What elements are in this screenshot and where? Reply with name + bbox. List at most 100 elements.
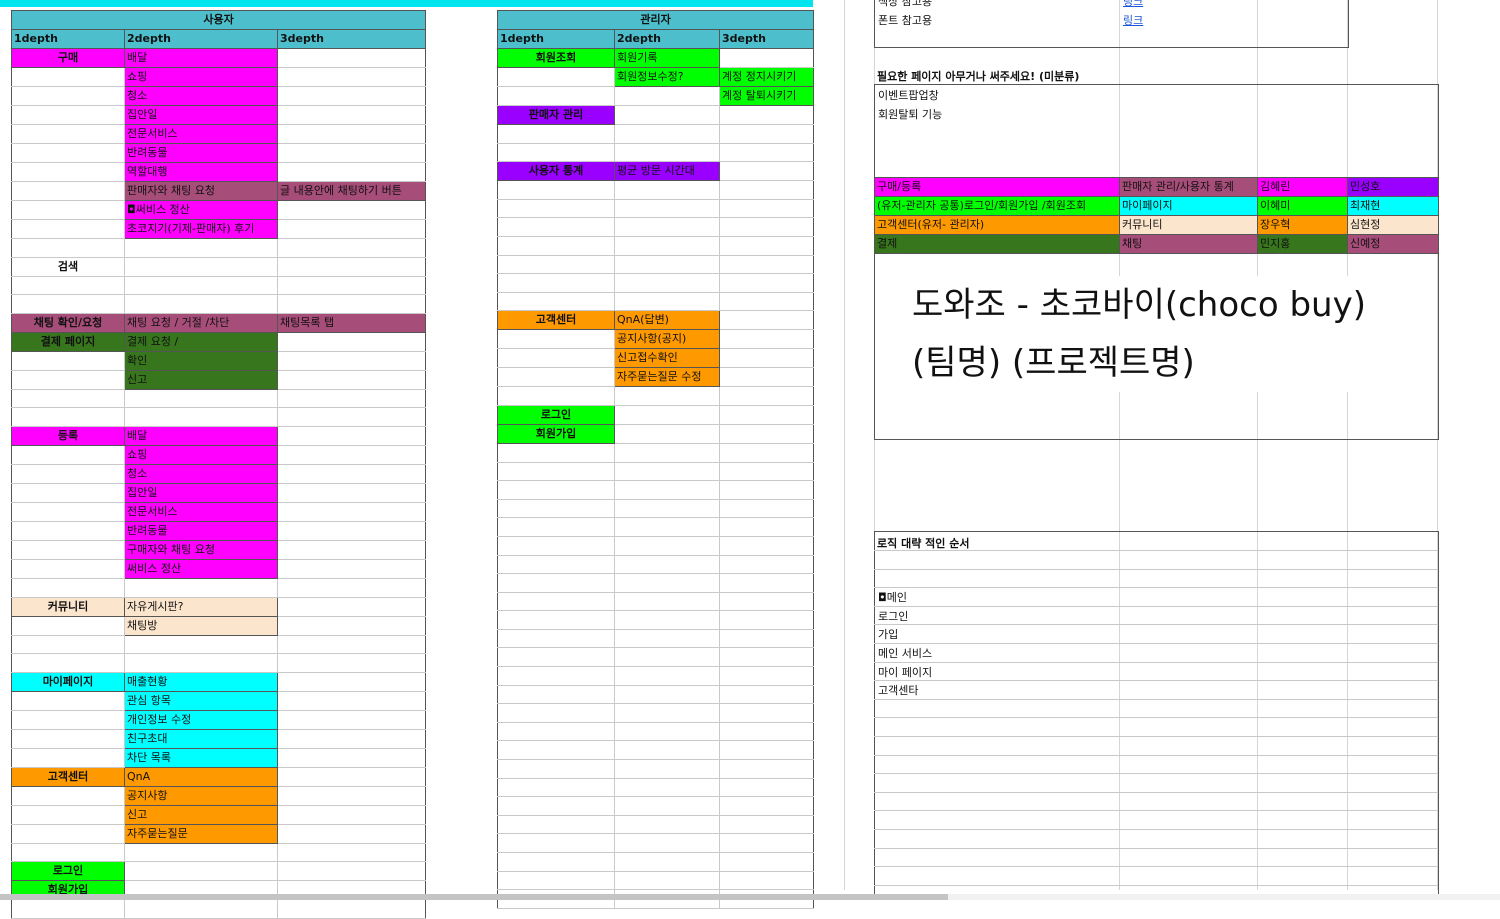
depth3-cell[interactable] [718, 180, 815, 200]
depth3-cell[interactable] [276, 256, 427, 277]
depth1-cell[interactable] [497, 498, 615, 519]
depth1-cell[interactable] [11, 577, 125, 598]
depth1-cell[interactable]: 사용자 통계 [497, 161, 615, 182]
depth1-cell[interactable] [497, 217, 615, 237]
depth1-cell[interactable] [497, 142, 615, 163]
depth3-cell[interactable] [718, 273, 815, 293]
depth3-cell[interactable] [276, 804, 427, 825]
depth1-cell[interactable] [497, 480, 615, 500]
depth2-cell[interactable] [614, 423, 720, 444]
depth1-cell[interactable] [11, 369, 125, 390]
depth1-cell[interactable] [11, 615, 125, 636]
legend-task-cell[interactable]: 판매자 관리/사용자 통계 [1119, 177, 1258, 197]
depth3-cell[interactable] [276, 425, 427, 446]
depth1-cell[interactable] [497, 291, 615, 312]
depth2-cell[interactable] [614, 573, 720, 593]
depth1-cell[interactable] [497, 67, 615, 87]
depth3-cell[interactable] [718, 235, 815, 256]
depth3-cell[interactable] [276, 200, 427, 220]
depth2-cell[interactable] [124, 634, 278, 655]
depth2-cell[interactable]: QnA(답변) [614, 310, 720, 331]
depth1-cell[interactable] [11, 634, 125, 655]
depth3-cell[interactable] [276, 615, 427, 636]
depth1-cell[interactable]: 고객센터 [497, 310, 615, 331]
depth1-cell[interactable] [11, 294, 125, 314]
depth1-cell[interactable] [497, 628, 615, 649]
depth1-cell[interactable] [11, 558, 125, 579]
depth2-cell[interactable] [614, 554, 720, 575]
depth2-cell[interactable] [614, 535, 720, 556]
depth2-cell[interactable]: 배달 [124, 48, 278, 68]
depth2-cell[interactable] [614, 777, 720, 798]
depth2-cell[interactable] [614, 254, 720, 275]
needed-page-item[interactable]: 회원탈퇴 기능 [878, 106, 942, 122]
depth2-cell[interactable]: 평균 방문 시간대 [614, 161, 720, 182]
depth3-cell[interactable] [276, 747, 427, 768]
order-item[interactable]: 가입 [878, 626, 898, 642]
depth2-cell[interactable] [614, 647, 720, 668]
depth1-cell[interactable] [497, 442, 615, 463]
depth1-cell[interactable]: 커뮤니티 [11, 596, 125, 617]
depth3-cell[interactable] [276, 105, 427, 125]
depth3-cell[interactable] [718, 833, 815, 853]
depth3-cell[interactable] [276, 785, 427, 806]
horizontal-scrollbar[interactable] [0, 894, 1500, 900]
depth3-cell[interactable] [718, 124, 815, 144]
depth2-cell[interactable] [614, 796, 720, 816]
depth3-cell[interactable] [276, 444, 427, 465]
depth1-cell[interactable] [497, 759, 615, 779]
depth2-cell[interactable] [614, 833, 720, 853]
depth3-cell[interactable] [276, 539, 427, 560]
depth3-cell[interactable] [718, 291, 815, 312]
depth2-cell[interactable] [124, 861, 278, 882]
depth3-cell[interactable] [718, 721, 815, 742]
depth2-cell[interactable]: 신고 [124, 369, 278, 390]
depth1-cell[interactable] [11, 728, 125, 749]
depth2-cell[interactable]: 배달 [124, 425, 278, 446]
depth1-cell[interactable] [497, 647, 615, 668]
depth1-cell[interactable] [497, 796, 615, 816]
depth3-cell[interactable] [276, 899, 427, 919]
depth1-cell[interactable] [497, 235, 615, 256]
depth2-cell[interactable] [124, 275, 278, 296]
depth2-cell[interactable] [614, 759, 720, 779]
depth1-cell[interactable]: 결제 페이지 [11, 331, 125, 352]
depth2-cell[interactable] [614, 461, 720, 482]
depth3-cell[interactable] [718, 703, 815, 723]
depth2-cell[interactable]: 집안일 [124, 482, 278, 503]
depth3-cell[interactable] [718, 647, 815, 668]
depth3-cell[interactable] [718, 759, 815, 779]
depth1-cell[interactable] [497, 573, 615, 593]
depth1-cell[interactable] [11, 539, 125, 560]
depth1-cell[interactable] [497, 461, 615, 482]
depth1-cell[interactable] [11, 238, 125, 258]
depth1-cell[interactable] [11, 143, 125, 163]
depth1-cell[interactable] [497, 703, 615, 723]
depth2-cell[interactable]: 차단 목록 [124, 747, 278, 768]
depth1-cell[interactable] [11, 785, 125, 806]
depth3-cell[interactable] [276, 634, 427, 655]
depth1-cell[interactable] [11, 219, 125, 239]
depth3-cell[interactable]: 계정 정지시키기 [718, 67, 815, 87]
depth3-cell[interactable] [276, 350, 427, 371]
depth2-cell[interactable]: 친구초대 [124, 728, 278, 749]
depth3-cell[interactable] [276, 124, 427, 144]
depth2-cell[interactable] [614, 124, 720, 144]
depth1-cell[interactable] [11, 86, 125, 106]
depth2-cell[interactable] [614, 591, 720, 612]
depth2-cell[interactable]: 구매자와 채팅 요청 [124, 539, 278, 560]
depth2-cell[interactable]: 개인정보 수정 [124, 709, 278, 730]
legend-member-cell[interactable]: 민성호 [1347, 177, 1439, 197]
depth3-cell[interactable] [276, 67, 427, 87]
legend-member-cell[interactable]: 심현정 [1347, 215, 1439, 235]
depth2-cell[interactable]: 회원기록 [614, 48, 720, 68]
depth3-cell[interactable] [276, 48, 427, 68]
depth3-cell[interactable]: 채팅목록 탭 [276, 312, 427, 333]
depth2-cell[interactable] [124, 653, 278, 673]
depth3-cell[interactable] [276, 842, 427, 863]
depth1-cell[interactable]: 로그인 [11, 861, 125, 882]
header-2depth[interactable]: 2depth [124, 29, 278, 49]
depth1-cell[interactable] [497, 721, 615, 742]
order-item[interactable]: 메인 서비스 [878, 645, 932, 661]
legend-task-cell[interactable]: 커뮤니티 [1119, 215, 1258, 235]
